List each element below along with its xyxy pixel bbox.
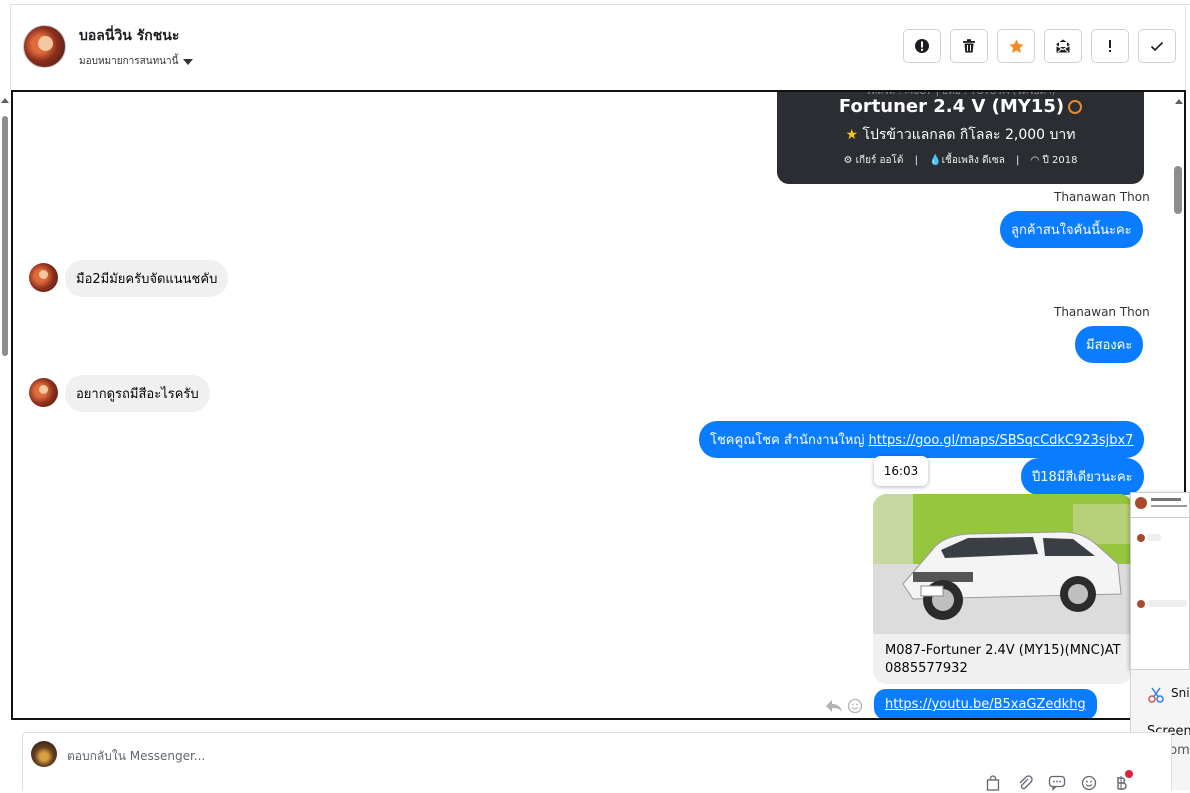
star-icon	[1008, 38, 1024, 53]
outgoing-message[interactable]: มีสองคะ	[1075, 326, 1144, 363]
emoji-react-icon[interactable]	[847, 698, 863, 714]
outgoing-message[interactable]: ลูกค้าสนใจคันนี้นะคะ	[1000, 211, 1143, 248]
message-scrollbar-thumb[interactable]	[1174, 166, 1182, 214]
right-border	[1185, 4, 1186, 90]
chat-bubble-icon	[1048, 775, 1066, 791]
caret-down-icon	[183, 58, 194, 65]
left-scrollbar[interactable]	[0, 96, 10, 790]
outgoing-message-link[interactable]: https://youtu.be/B5xaGZedkhg	[874, 689, 1097, 718]
contact-avatar[interactable]	[23, 25, 66, 68]
top-border	[10, 4, 1190, 5]
reply-icon[interactable]	[825, 698, 843, 714]
envelope-open-icon	[1056, 39, 1070, 53]
gear-icon: ⚙	[843, 155, 853, 166]
attach-button[interactable]	[1015, 773, 1035, 793]
left-scrollbar-thumb[interactable]	[2, 116, 8, 356]
incoming-message[interactable]: อยากดูรถมีสีอะไรครับ	[65, 375, 210, 412]
spec-separator: |	[914, 155, 918, 166]
outgoing-message[interactable]: ปี18มีสีเดียวนะคะ	[1021, 458, 1144, 495]
alert-circle-icon	[915, 39, 929, 53]
message-time-tooltip: 16:03	[874, 456, 928, 486]
car-title-text: Fortuner 2.4 V (MY15)	[838, 96, 1065, 117]
contact-avatar-small[interactable]	[29, 263, 58, 292]
shared-media-card[interactable]: M087-Fortuner 2.4V (MY15)(MNC)AT 0885577…	[873, 494, 1133, 684]
emoji-button[interactable]	[1079, 773, 1099, 793]
car-photo[interactable]	[873, 494, 1133, 634]
shopping-bag-button[interactable]	[983, 773, 1003, 793]
trash-icon	[963, 39, 975, 53]
scroll-up-arrow-icon[interactable]	[0, 96, 10, 104]
verified-check-icon	[1068, 100, 1083, 114]
map-link[interactable]: https://goo.gl/maps/SBSqcCdkC923sjbx7	[869, 433, 1134, 448]
left-border	[10, 4, 11, 90]
sender-name: Thanawan Thon	[1054, 305, 1150, 319]
assign-label: มอบหมายการสนทนานี้	[79, 56, 179, 67]
conversation-toolbar	[903, 29, 1176, 63]
spec-separator: |	[1016, 155, 1020, 166]
assign-conversation-dropdown[interactable]: มอบหมายการสนทนานี้	[79, 54, 194, 69]
message-list: รหัสรถ : M087 | ยี่ห้อ : TOYOTA (โตโยต้า…	[13, 92, 1184, 718]
car-photo-drawing	[873, 494, 1133, 634]
page-avatar	[31, 741, 57, 767]
spec-gear: เกียร์ ออโต้	[855, 155, 904, 166]
snip-app-name: Snip	[1171, 686, 1190, 700]
promo-star-icon: ★	[845, 127, 859, 143]
media-caption-line2: 0885577932	[885, 661, 968, 676]
outgoing-message-location[interactable]: โชคคูณโชค สำนักงานใหญ่ https://goo.gl/ma…	[699, 421, 1145, 458]
message-actions	[825, 698, 863, 714]
scroll-up-arrow-icon[interactable]	[1172, 96, 1186, 106]
car-promo: ★ โปรข้าวแลกลด กิโลละ 2,000 บาท	[777, 124, 1144, 146]
reply-composer[interactable]: ตอบกลับใน Messenger...	[22, 732, 1172, 793]
smiley-icon	[1081, 775, 1097, 791]
gauge-icon: ◠	[1030, 155, 1040, 166]
conversation-panel[interactable]: รหัสรถ : M087 | ยี่ห้อ : TOYOTA (โตโยต้า…	[11, 90, 1186, 720]
media-caption: M087-Fortuner 2.4V (MY15)(MNC)AT 0885577…	[885, 642, 1125, 678]
car-promo-text: โปรข้าวแลกลด กิโลละ 2,000 บาท	[862, 127, 1076, 143]
mark-unread-button[interactable]	[1044, 29, 1082, 63]
important-button[interactable]	[1091, 29, 1129, 63]
spec-fuel: เชื้อเพลิง ดีเซล	[941, 155, 1005, 166]
incoming-message[interactable]: มือ2มีมัยครับจัดแนนชคับ	[65, 260, 229, 297]
composer-actions	[983, 773, 1131, 793]
done-button[interactable]	[1138, 29, 1176, 63]
paperclip-icon	[1019, 775, 1033, 790]
media-caption-line1: M087-Fortuner 2.4V (MY15)(MNC)AT	[885, 643, 1121, 658]
message-text: โชคคูณโชค สำนักงานใหญ่	[710, 433, 869, 448]
contact-name[interactable]: บอลนี่วิน รักชนะ	[79, 25, 179, 47]
saved-replies-button[interactable]	[1047, 773, 1067, 793]
spam-button[interactable]	[903, 29, 941, 63]
contact-avatar-small[interactable]	[29, 378, 58, 407]
car-specs: ⚙ เกียร์ ออโต้ | 💧เชื้อเพลิง ดีเซล | ◠ ป…	[777, 153, 1144, 168]
delete-button[interactable]	[950, 29, 988, 63]
car-listing-card[interactable]: รหัสรถ : M087 | ยี่ห้อ : TOYOTA (โตโยต้า…	[777, 92, 1144, 184]
star-button[interactable]	[997, 29, 1035, 63]
shopping-bag-icon	[986, 775, 1000, 791]
reply-input[interactable]: ตอบกลับใน Messenger...	[67, 747, 205, 766]
screenshot-preview-image	[1131, 493, 1189, 669]
youtube-link[interactable]: https://youtu.be/B5xaGZedkhg	[885, 697, 1086, 712]
sender-name: Thanawan Thon	[1054, 190, 1150, 204]
fuel-drop-icon: 💧	[929, 155, 942, 166]
exclamation-icon	[1109, 40, 1111, 52]
check-icon	[1150, 41, 1164, 52]
spec-year: ปี 2018	[1042, 155, 1078, 166]
car-title: Fortuner 2.4 V (MY15)	[777, 96, 1144, 117]
inbox-window: บอลนี่วิน รักชนะ มอบหมายการสนทนานี้ รหัส…	[0, 0, 1190, 793]
notification-dot	[1125, 770, 1133, 778]
screenshot-preview-thumbnail[interactable]	[1130, 492, 1190, 670]
scissors-icon	[1148, 687, 1164, 703]
